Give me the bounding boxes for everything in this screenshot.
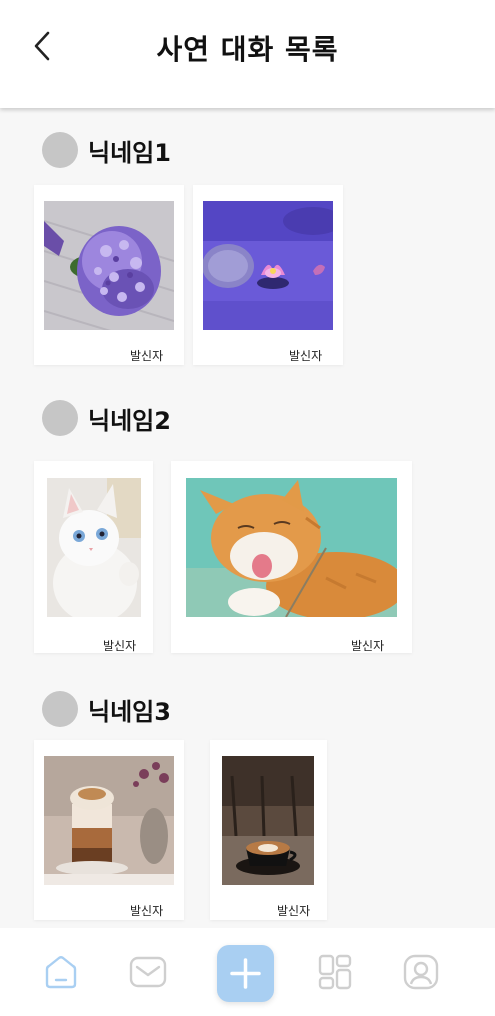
photo-purple-flowers xyxy=(44,201,174,330)
grid-icon xyxy=(318,954,352,990)
photo-iced-coffee xyxy=(44,756,174,885)
home-icon xyxy=(45,956,77,989)
avatar[interactable] xyxy=(42,400,78,436)
photo-orange-cat xyxy=(186,478,397,617)
nav-profile[interactable] xyxy=(401,952,441,992)
nickname: 닉네임2 xyxy=(88,406,171,435)
section-header: 닉네임1 xyxy=(42,132,171,168)
app-header: 사연 대화 목록 xyxy=(0,0,495,108)
nickname: 닉네임1 xyxy=(88,138,171,167)
avatar[interactable] xyxy=(42,132,78,168)
sender-label: 발신자 xyxy=(130,904,164,918)
photo-water-lily xyxy=(203,201,333,330)
sender-label: 발신자 xyxy=(277,904,311,918)
nav-grid[interactable] xyxy=(315,952,355,992)
message-card[interactable]: 발신자 xyxy=(34,185,184,365)
photo-white-kitten xyxy=(47,478,141,617)
page-title: 사연 대화 목록 xyxy=(156,33,339,66)
message-card[interactable]: 발신자 xyxy=(34,740,184,920)
add-icon xyxy=(230,958,261,989)
message-card[interactable]: 발신자 xyxy=(193,185,343,365)
message-card[interactable]: 발신자 xyxy=(34,461,153,653)
photo-latte-cup xyxy=(222,756,314,885)
profile-icon xyxy=(403,954,439,990)
mail-icon xyxy=(129,956,167,988)
sender-label: 발신자 xyxy=(351,639,385,653)
avatar[interactable] xyxy=(42,691,78,727)
add-button[interactable] xyxy=(217,945,274,1002)
nav-home[interactable] xyxy=(41,952,81,992)
message-card[interactable]: 발신자 xyxy=(210,740,327,920)
section-header: 닉네임2 xyxy=(42,400,171,436)
message-card[interactable]: 발신자 xyxy=(171,461,412,653)
sender-label: 발신자 xyxy=(103,639,137,653)
sender-label: 발신자 xyxy=(289,349,323,363)
sender-label: 발신자 xyxy=(130,349,164,363)
section-header: 닉네임3 xyxy=(42,691,171,727)
nickname: 닉네임3 xyxy=(88,697,171,726)
nav-mail[interactable] xyxy=(128,952,168,992)
